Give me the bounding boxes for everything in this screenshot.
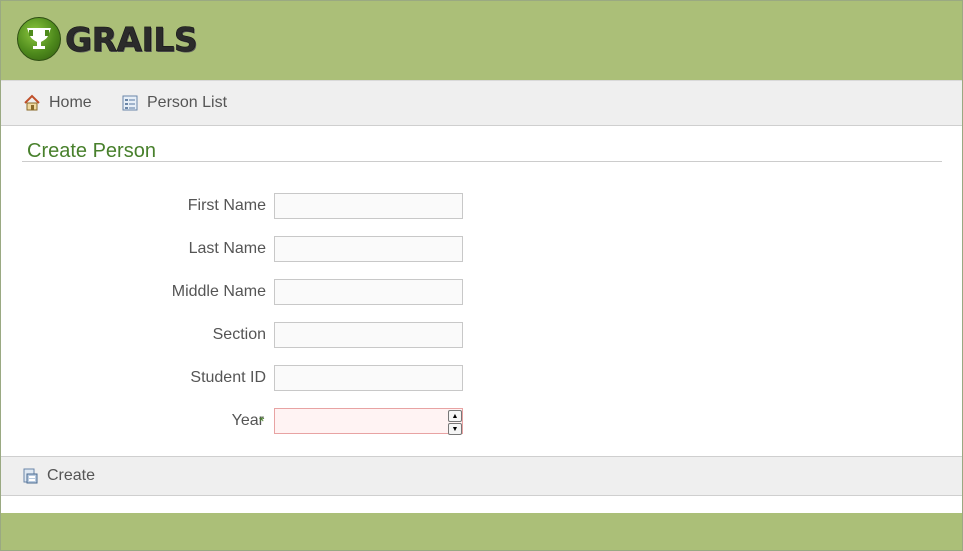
field-row-year: Year * ▲ ▼: [1, 408, 962, 436]
app-window: GRAILS Home Person List Create Person Fi…: [0, 0, 963, 551]
nav-home-link[interactable]: Home: [23, 94, 92, 112]
spinner-up-icon[interactable]: ▲: [448, 410, 462, 422]
field-row-first-name: First Name: [1, 193, 962, 221]
field-row-last-name: Last Name: [1, 236, 962, 264]
nav-person-list-link[interactable]: Person List: [121, 94, 227, 112]
student-id-input[interactable]: [274, 365, 463, 391]
logo-text: GRAILS: [65, 19, 198, 59]
required-indicator: *: [259, 413, 265, 429]
section-input[interactable]: [274, 322, 463, 348]
field-row-student-id: Student ID: [1, 365, 962, 393]
nav-person-list-label: Person List: [147, 94, 228, 111]
year-input[interactable]: [274, 408, 463, 434]
grails-cup-icon: [17, 17, 61, 61]
title-divider: [22, 161, 942, 162]
middle-name-input[interactable]: [274, 279, 463, 305]
header-bar: GRAILS: [1, 1, 962, 80]
nav-bar: Home Person List: [1, 80, 962, 126]
button-bar: Create: [1, 456, 962, 496]
page-title: Create Person: [27, 140, 156, 162]
first-name-input[interactable]: [274, 193, 463, 219]
middle-name-label: Middle Name: [171, 283, 266, 300]
create-button[interactable]: Create: [21, 467, 95, 485]
spinner-down-icon[interactable]: ▼: [448, 423, 462, 435]
nav-home-label: Home: [49, 94, 92, 111]
year-spinner: ▲ ▼: [448, 410, 462, 435]
list-icon: [122, 95, 138, 111]
student-id-label: Student ID: [190, 369, 266, 386]
footer-bar: [1, 513, 962, 550]
grails-logo[interactable]: GRAILS: [17, 17, 198, 61]
field-row-section: Section: [1, 322, 962, 350]
create-button-label: Create: [47, 467, 96, 484]
field-row-middle-name: Middle Name: [1, 279, 962, 307]
home-icon: [24, 94, 40, 111]
last-name-input[interactable]: [274, 236, 463, 262]
first-name-label: First Name: [187, 197, 266, 214]
section-label: Section: [212, 326, 266, 343]
save-icon: [23, 468, 38, 484]
last-name-label: Last Name: [188, 240, 266, 257]
